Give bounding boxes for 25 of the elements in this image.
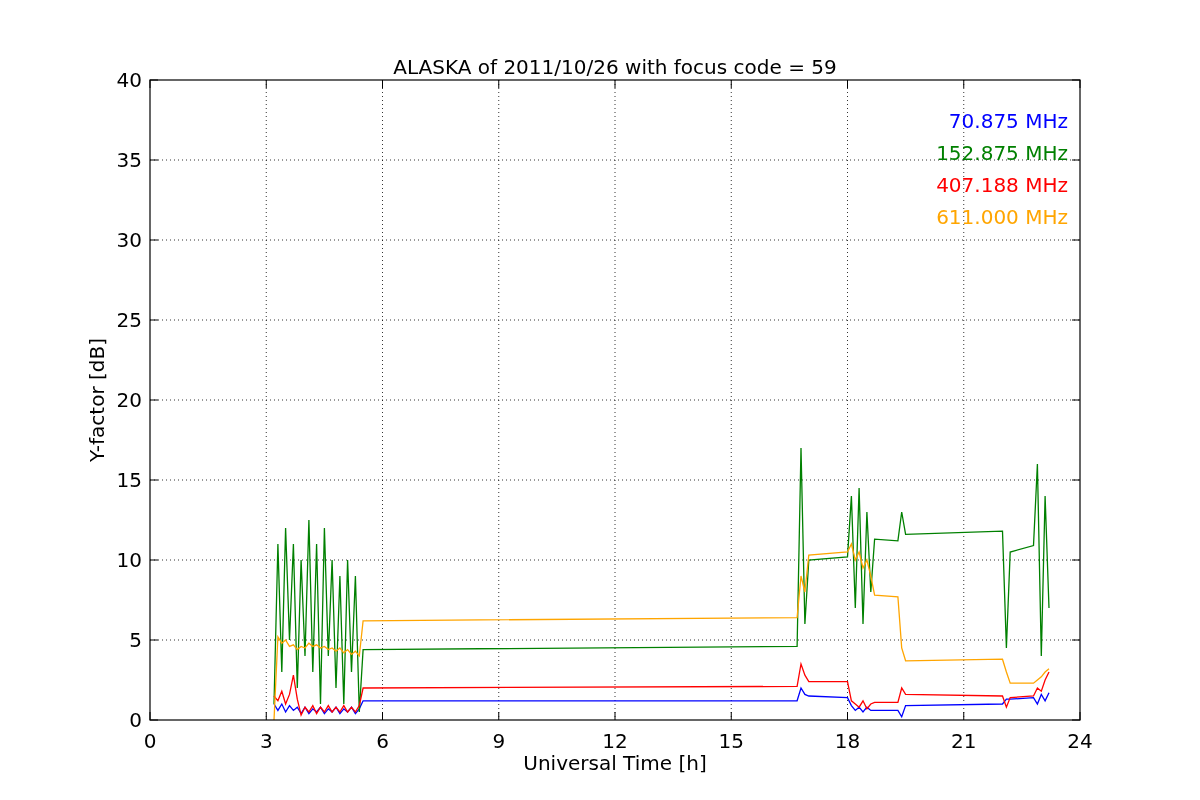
y-tick-label: 25 bbox=[116, 308, 142, 332]
y-tick-label: 5 bbox=[129, 628, 142, 652]
y-tick-label: 30 bbox=[116, 228, 142, 252]
x-tick-label: 9 bbox=[492, 729, 506, 753]
x-tick-label: 12 bbox=[602, 729, 628, 753]
y-tick-label: 15 bbox=[116, 468, 142, 492]
y-tick-label: 0 bbox=[129, 708, 142, 732]
x-axis-label: Universal Time [h] bbox=[523, 751, 707, 775]
x-tick-label: 3 bbox=[259, 729, 273, 753]
chart-title: ALASKA of 2011/10/26 with focus code = 59 bbox=[393, 55, 837, 79]
y-tick-label: 10 bbox=[116, 548, 142, 572]
legend-label: 611.000 MHz bbox=[936, 205, 1068, 229]
x-tick-label: 6 bbox=[376, 729, 389, 753]
y-tick-label: 20 bbox=[116, 388, 142, 412]
x-tick-label: 15 bbox=[718, 729, 744, 753]
legend-label: 70.875 MHz bbox=[948, 109, 1068, 133]
y-tick-label: 40 bbox=[116, 68, 142, 92]
y-axis-label: Y-factor [dB] bbox=[85, 338, 109, 462]
x-tick-label: 18 bbox=[834, 729, 861, 753]
x-tick-label: 24 bbox=[1067, 729, 1093, 753]
x-tick-label: 0 bbox=[143, 729, 157, 753]
legend-label: 407.188 MHz bbox=[936, 173, 1068, 197]
y-tick-label: 35 bbox=[116, 148, 142, 172]
legend-label: 152.875 MHz bbox=[936, 141, 1068, 165]
x-tick-label: 21 bbox=[951, 729, 977, 753]
